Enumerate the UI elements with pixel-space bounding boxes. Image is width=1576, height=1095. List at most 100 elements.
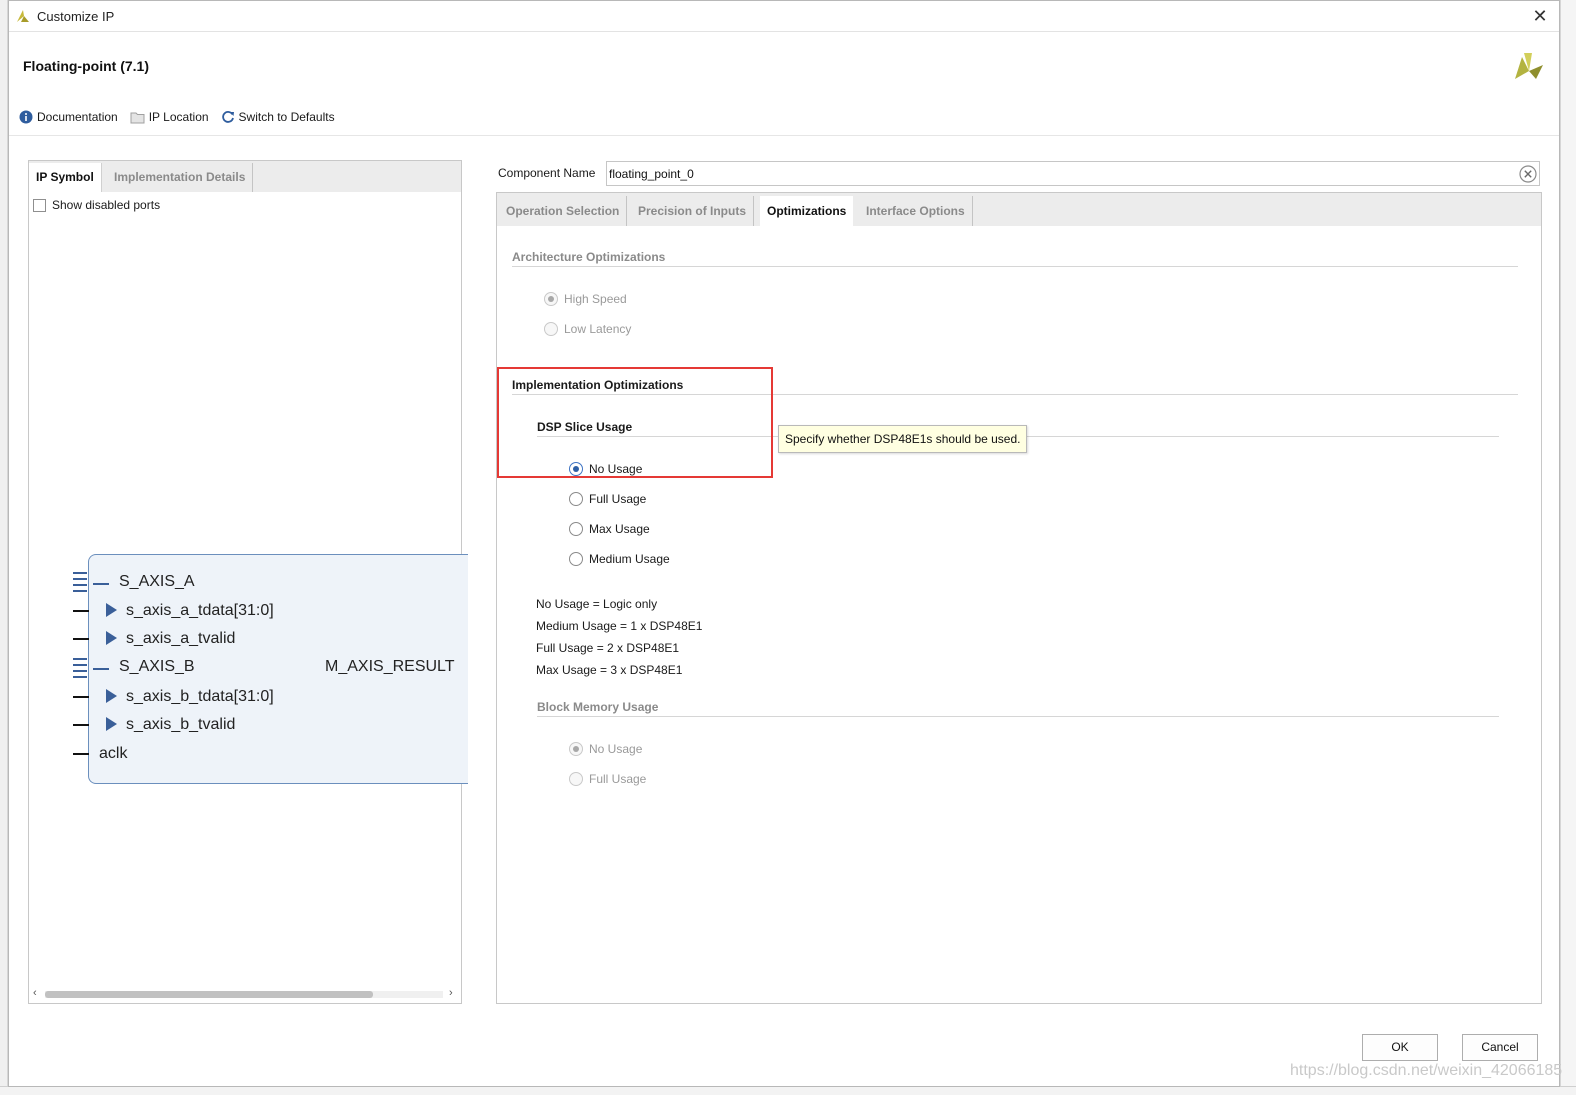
radio-button[interactable] xyxy=(569,772,583,786)
port-wire xyxy=(73,638,89,640)
dsp-info-line: Medium Usage = 1 x DSP48E1 xyxy=(536,619,703,633)
dsp-info-line: Max Usage = 3 x DSP48E1 xyxy=(536,663,683,677)
watermark: https://blog.csdn.net/weixin_42066185 xyxy=(1290,1062,1563,1079)
port-arrow-icon xyxy=(106,717,117,731)
tab-interface-options[interactable]: Interface Options xyxy=(859,196,973,226)
xilinx-logo-icon xyxy=(1515,53,1543,79)
port-arrow-icon xyxy=(106,689,117,703)
bus-interface-icon xyxy=(73,658,87,678)
radio-button[interactable] xyxy=(544,292,558,306)
architecture-optimizations-heading: Architecture Optimizations xyxy=(512,250,666,264)
window-title: Customize IP xyxy=(37,9,115,24)
port-s-axis-b-tvalid: s_axis_b_tvalid xyxy=(126,716,236,733)
switch-to-defaults-label: Switch to Defaults xyxy=(238,110,335,124)
component-name-input[interactable] xyxy=(606,161,1540,186)
radio-dsp-max-usage[interactable]: Max Usage xyxy=(569,522,650,536)
port-wire xyxy=(73,610,89,612)
port-arrow-icon xyxy=(106,631,117,645)
collapse-bus-b-icon[interactable] xyxy=(93,668,109,670)
background-window-right xyxy=(1560,0,1576,1095)
info-icon xyxy=(19,110,33,124)
radio-dsp-no-usage[interactable]: No Usage xyxy=(569,462,642,476)
refresh-icon xyxy=(221,111,234,123)
implementation-optimizations-heading: Implementation Optimizations xyxy=(512,378,684,392)
section-divider xyxy=(512,394,1518,395)
component-name-label: Component Name xyxy=(498,166,596,180)
horizontal-scrollbar[interactable]: ‹ › xyxy=(31,987,459,1001)
ip-location-button[interactable]: IP Location xyxy=(130,110,209,124)
radio-bram-no-usage[interactable]: No Usage xyxy=(569,742,642,756)
tooltip: Specify whether DSP48E1s should be used. xyxy=(778,425,1028,453)
folder-icon xyxy=(130,112,145,123)
background-window-bottom xyxy=(0,1086,1576,1095)
title-bar: Customize IP ✕ xyxy=(9,1,1559,32)
background-window-left xyxy=(0,0,8,1095)
documentation-label: Documentation xyxy=(37,110,118,124)
radio-label: Medium Usage xyxy=(589,552,670,566)
port-s-axis-b-tdata: s_axis_b_tdata[31:0] xyxy=(126,688,274,705)
show-disabled-ports-toggle[interactable]: Show disabled ports xyxy=(33,198,160,212)
tab-optimizations[interactable]: Optimizations xyxy=(760,196,854,226)
port-s-axis-a: S_AXIS_A xyxy=(119,573,195,590)
port-wire xyxy=(73,724,89,726)
dsp-info-line: Full Usage = 2 x DSP48E1 xyxy=(536,641,680,655)
scrollbar-thumb[interactable] xyxy=(45,991,373,998)
radio-label: Full Usage xyxy=(589,492,647,506)
scroll-left-icon[interactable]: ‹ xyxy=(33,987,37,999)
radio-button[interactable] xyxy=(569,552,583,566)
port-arrow-icon xyxy=(106,603,117,617)
radio-dsp-medium-usage[interactable]: Medium Usage xyxy=(569,552,670,566)
ip-symbol-panel: IP Symbol Implementation Details Show di… xyxy=(28,160,468,1004)
radio-button[interactable] xyxy=(544,322,558,336)
tab-ip-symbol[interactable]: IP Symbol xyxy=(29,163,102,192)
toolbar: Documentation IP Location Switch to Defa… xyxy=(19,107,347,127)
section-divider xyxy=(537,716,1499,717)
tab-precision-of-inputs[interactable]: Precision of Inputs xyxy=(631,196,755,226)
show-disabled-ports-label: Show disabled ports xyxy=(52,198,161,212)
bus-interface-icon xyxy=(73,572,87,592)
radio-bram-full-usage[interactable]: Full Usage xyxy=(569,772,646,786)
radio-button[interactable] xyxy=(569,462,583,476)
vivado-app-icon xyxy=(17,10,29,22)
page-title: Floating-point (7.1) xyxy=(23,58,149,74)
port-m-axis-result: M_AXIS_RESULT xyxy=(325,658,455,675)
port-s-axis-a-tdata: s_axis_a_tdata[31:0] xyxy=(126,602,274,619)
radio-label: Low Latency xyxy=(564,322,632,336)
right-tab-bar: Operation Selection Precision of Inputs … xyxy=(497,193,1541,226)
show-disabled-ports-checkbox[interactable] xyxy=(33,198,46,212)
port-s-axis-b: S_AXIS_B xyxy=(119,658,195,675)
dsp-slice-usage-heading: DSP Slice Usage xyxy=(537,420,633,434)
tab-implementation-details[interactable]: Implementation Details xyxy=(107,163,254,192)
scroll-right-icon[interactable]: › xyxy=(449,987,453,999)
collapse-bus-a-icon[interactable] xyxy=(93,583,109,585)
radio-button[interactable] xyxy=(569,742,583,756)
port-wire xyxy=(73,696,89,698)
ip-location-label: IP Location xyxy=(148,110,209,124)
radio-label: Max Usage xyxy=(589,522,650,536)
dsp-info-line: No Usage = Logic only xyxy=(536,597,658,611)
ok-button[interactable]: OK xyxy=(1362,1034,1438,1061)
toolbar-divider xyxy=(9,135,1559,136)
documentation-button[interactable]: Documentation xyxy=(19,110,118,124)
radio-label: High Speed xyxy=(564,292,627,306)
port-s-axis-a-tvalid: s_axis_a_tvalid xyxy=(126,630,236,647)
cancel-button[interactable]: Cancel xyxy=(1462,1034,1538,1061)
port-aclk: aclk xyxy=(99,745,128,762)
block-memory-usage-heading: Block Memory Usage xyxy=(537,700,659,714)
radio-label: No Usage xyxy=(589,742,643,756)
switch-to-defaults-button[interactable]: Switch to Defaults xyxy=(221,110,335,124)
port-wire xyxy=(73,753,89,755)
customize-ip-dialog: Customize IP ✕ Floating-point (7.1) Docu… xyxy=(8,0,1560,1087)
radio-low-latency[interactable]: Low Latency xyxy=(544,322,631,336)
left-tab-bar: IP Symbol Implementation Details xyxy=(29,161,461,192)
tab-operation-selection[interactable]: Operation Selection xyxy=(499,196,628,226)
clear-input-icon[interactable] xyxy=(1519,165,1537,183)
radio-label: No Usage xyxy=(589,462,643,476)
options-panel: Operation Selection Precision of Inputs … xyxy=(496,192,1542,1004)
radio-button[interactable] xyxy=(569,522,583,536)
radio-button[interactable] xyxy=(569,492,583,506)
close-button[interactable]: ✕ xyxy=(1529,5,1551,27)
radio-dsp-full-usage[interactable]: Full Usage xyxy=(569,492,646,506)
radio-label: Full Usage xyxy=(589,772,647,786)
radio-high-speed[interactable]: High Speed xyxy=(544,292,627,306)
